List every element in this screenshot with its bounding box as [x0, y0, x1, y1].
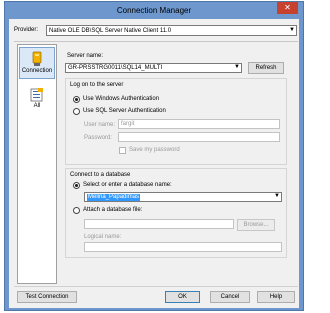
divider	[14, 41, 298, 42]
select-database-label[interactable]: Select or enter a database name:	[83, 182, 172, 188]
username-label: User name:	[84, 122, 116, 128]
username-input[interactable]: fargit	[118, 119, 280, 129]
close-icon: ✕	[284, 3, 291, 12]
provider-label: Provider:	[14, 27, 39, 33]
logical-name-label: Logical name:	[84, 234, 122, 240]
page-list: Connection All	[17, 44, 57, 284]
sql-auth-label[interactable]: Use SQL Server Authentication	[83, 108, 166, 114]
window-title: Connection Manager	[116, 6, 192, 15]
title-bar[interactable]: Connection Manager ✕	[5, 2, 303, 19]
nav-label-connection: Connection	[21, 68, 53, 74]
attach-file-input[interactable]	[84, 219, 234, 229]
password-label: Password:	[84, 135, 113, 141]
database-name-combobox[interactable]: Melina_Papadimas ▼	[84, 192, 282, 202]
test-connection-button[interactable]: Test Connection	[17, 291, 77, 303]
chevron-down-icon[interactable]: ▼	[274, 193, 280, 199]
server-name-combobox[interactable]: GR-PRSSTRG0011\SQL14_MULTI ▼	[65, 63, 242, 73]
save-password-checkbox[interactable]	[119, 147, 126, 154]
divider	[14, 286, 298, 287]
logon-group-title: Log on to the server	[70, 82, 124, 88]
attach-database-label[interactable]: Attach a database file:	[83, 207, 142, 213]
nav-label-all: All	[33, 103, 41, 109]
help-button[interactable]: Help	[257, 291, 295, 303]
refresh-button[interactable]: Refresh	[248, 62, 284, 74]
username-value: fargit	[121, 121, 135, 127]
server-name-value: GR-PRSSTRG0011\SQL14_MULTI	[68, 65, 163, 71]
server-name-label: Server name:	[67, 53, 104, 59]
cancel-button[interactable]: Cancel	[210, 291, 250, 303]
password-input[interactable]	[118, 132, 280, 142]
chevron-down-icon[interactable]: ▼	[289, 26, 295, 34]
provider-value: Native OLE DB\SQL Server Native Client 1…	[49, 28, 172, 34]
connection-icon	[32, 51, 42, 66]
all-properties-icon	[30, 88, 43, 102]
ok-button[interactable]: OK	[165, 291, 200, 303]
save-password-label[interactable]: Save my password	[129, 147, 180, 153]
chevron-down-icon[interactable]: ▼	[234, 64, 240, 71]
database-name-value: Melina_Papadimas	[87, 194, 141, 201]
windows-auth-label[interactable]: Use Windows Authentication	[83, 96, 159, 102]
provider-dropdown[interactable]: Native OLE DB\SQL Server Native Client 1…	[46, 25, 297, 36]
browse-button[interactable]: Browse...	[237, 219, 275, 231]
database-group-title: Connect to a database	[70, 172, 131, 178]
windows-auth-radio[interactable]	[73, 96, 80, 103]
close-button[interactable]: ✕	[277, 2, 298, 14]
select-database-radio[interactable]	[73, 182, 80, 189]
sql-auth-radio[interactable]	[73, 108, 80, 115]
logical-name-input[interactable]	[84, 242, 282, 252]
attach-database-radio[interactable]	[73, 207, 80, 214]
nav-item-connection[interactable]: Connection	[19, 47, 55, 79]
nav-item-all[interactable]: All	[19, 85, 55, 115]
